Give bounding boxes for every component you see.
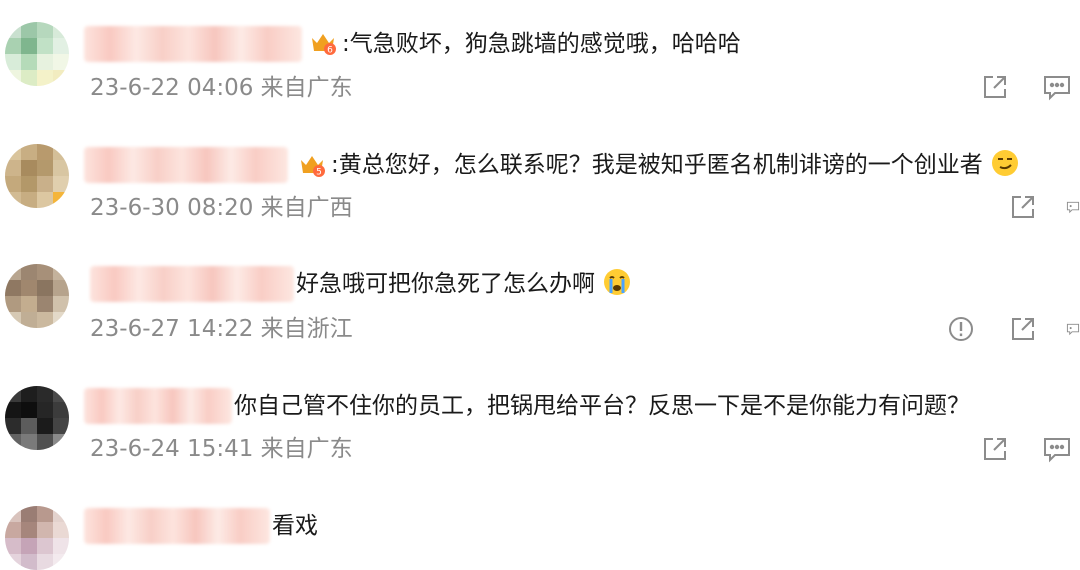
comment-meta: 23-6-27 14:22 来自浙江 (90, 314, 353, 344)
share-button[interactable] (980, 434, 1010, 464)
crown-badge-icon: 5 (301, 156, 325, 178)
comment-text: :黄总您好，怎么联系呢？我是被知乎匿名机制诽谤的一个创业者 (331, 147, 1020, 183)
comment-text-body: :黄总您好，怎么联系呢？我是被知乎匿名机制诽谤的一个创业者 (331, 152, 983, 178)
username-redacted[interactable] (84, 388, 232, 424)
svg-text:5: 5 (316, 168, 322, 178)
comment-date: 23-6-24 15:41 (90, 436, 254, 462)
crying-emoji-icon (604, 269, 631, 295)
reply-icon (1044, 438, 1070, 463)
reply-icon (1066, 323, 1080, 336)
report-icon (949, 317, 973, 341)
comment-text: 你自己管不住你的员工，把锅甩给平台？反思一下是不是你能力有问题？ (234, 393, 970, 419)
username-redacted[interactable] (84, 508, 270, 544)
reply-button[interactable] (1066, 314, 1080, 344)
comment-location: 来自广西 (260, 195, 353, 221)
share-button[interactable] (1008, 192, 1038, 222)
report-button[interactable] (946, 314, 976, 344)
avatar[interactable] (5, 386, 69, 450)
reply-button[interactable] (1066, 192, 1080, 222)
comment-date: 23-6-27 14:22 (90, 316, 254, 342)
comment-item: 看戏 (0, 0, 1080, 570)
username-redacted[interactable] (84, 147, 288, 183)
reply-button[interactable] (1042, 434, 1072, 464)
reply-icon (1066, 201, 1080, 214)
smirk-emoji-icon (992, 150, 1019, 176)
comment-location: 来自广东 (260, 436, 353, 462)
share-button[interactable] (1008, 314, 1038, 344)
avatar[interactable] (5, 506, 69, 570)
comment-date: 23-6-30 08:20 (90, 195, 254, 221)
username-redacted[interactable] (90, 266, 294, 302)
comment-meta: 23-6-24 15:41 来自广东 (90, 434, 353, 464)
avatar[interactable] (5, 264, 69, 328)
comment-text: 看戏 (272, 513, 318, 539)
share-icon (984, 438, 1006, 460)
share-icon (1012, 196, 1034, 218)
avatar[interactable] (5, 144, 69, 208)
comment-text: 好急哦可把你急死了怎么办啊 (296, 266, 632, 302)
comment-meta: 23-6-30 08:20 来自广西 (90, 193, 353, 223)
comment-text-body: 好急哦可把你急死了怎么办啊 (296, 271, 595, 297)
comment-location: 来自浙江 (260, 316, 353, 342)
share-icon (1012, 318, 1034, 340)
